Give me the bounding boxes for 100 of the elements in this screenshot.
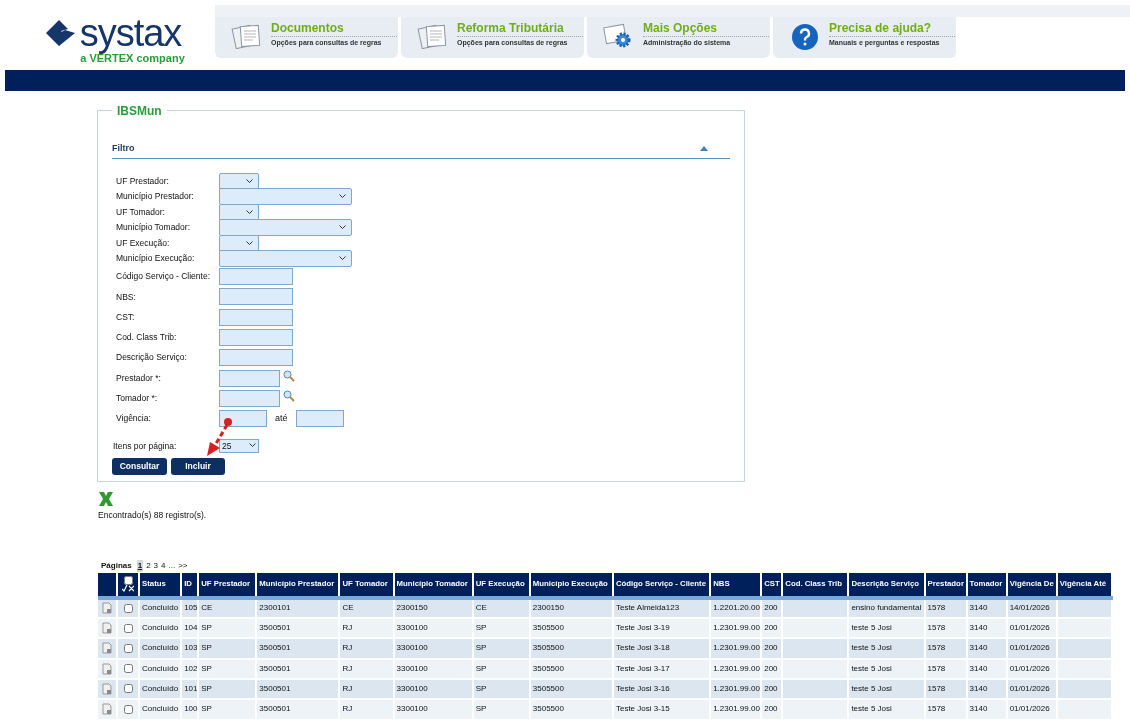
select-field[interactable]	[219, 219, 352, 237]
table-cell: 1.2301.99.00	[713, 684, 760, 694]
input-field[interactable]	[219, 329, 293, 347]
select-field[interactable]: 25	[219, 438, 259, 453]
row-checkbox[interactable]	[123, 643, 133, 653]
table-cell: teste 5 Josi	[851, 643, 892, 653]
table-cell: 3140	[969, 603, 988, 613]
input-field[interactable]	[219, 410, 267, 428]
action-button[interactable]: Incluir	[171, 457, 225, 475]
field-label: UF Prestador:	[116, 174, 170, 188]
document-icon[interactable]	[102, 662, 112, 675]
table-cell: 1578	[927, 684, 946, 694]
action-button[interactable]: Consultar	[112, 457, 167, 475]
spreadsheet-icon[interactable]	[98, 491, 114, 507]
table-cell: SP	[475, 643, 487, 653]
caret-icon	[339, 194, 346, 200]
table-cell: RJ	[342, 704, 353, 714]
document-icon[interactable]	[102, 683, 112, 696]
table-cell: 3500501	[259, 643, 291, 653]
section-title: Filtro	[112, 142, 135, 155]
table-cell: Concluído	[142, 663, 179, 673]
select-field[interactable]	[219, 188, 352, 206]
field-label: Prestador *:	[116, 371, 162, 385]
table-cell: 1578	[927, 663, 946, 673]
page-link[interactable]: 2	[146, 559, 151, 572]
table-cell: CE	[475, 603, 487, 613]
row-checkbox[interactable]	[123, 664, 133, 674]
row-checkbox[interactable]	[123, 684, 133, 694]
table-cell: SP	[201, 623, 212, 633]
field-label: CST:	[116, 310, 136, 324]
table-cell: 102	[184, 663, 198, 673]
input-field[interactable]	[219, 369, 280, 387]
table-cell: SP	[201, 643, 212, 653]
table-cell: 3505500	[532, 623, 564, 633]
select-all-checkbox[interactable]	[123, 576, 133, 586]
document-icon[interactable]	[102, 703, 112, 716]
field-label: UF Tomador:	[116, 205, 166, 219]
table-cell: 3140	[969, 684, 988, 694]
table-cell: RJ	[342, 663, 353, 673]
input-field[interactable]	[219, 308, 293, 326]
table-cell: 1578	[927, 704, 946, 714]
table-cell: teste 5 Josi	[851, 704, 892, 714]
page-link[interactable]: 3	[153, 559, 159, 572]
table-cell: CE	[342, 603, 354, 613]
input-field[interactable]	[219, 268, 293, 286]
table-cell: teste 5 Josi	[851, 623, 892, 633]
table-cell: SP	[201, 704, 212, 714]
field-label: Código Serviço - Cliente:	[116, 270, 211, 283]
nav-title: Documentos	[271, 21, 397, 37]
range-label: até	[274, 411, 289, 425]
table-cell: Teste Josi 3-17	[615, 663, 670, 673]
table-cell: 1578	[927, 603, 946, 613]
documents-icon	[231, 23, 263, 49]
document-icon[interactable]	[102, 622, 112, 635]
document-icon[interactable]	[102, 602, 112, 615]
table-cell: 3300100	[396, 704, 428, 714]
table-cell: 3500501	[259, 623, 291, 633]
table-cell: SP	[475, 704, 487, 714]
table-cell: Teste Josi 3-16	[615, 684, 670, 694]
table-cell: 1.2301.99.00	[713, 663, 760, 673]
field-label: UF Execução:	[116, 236, 171, 250]
page-link[interactable]: 4	[161, 559, 166, 572]
table-cell: SP	[201, 663, 212, 673]
document-icon[interactable]	[102, 642, 112, 655]
field-label: Cod. Class Trib:	[116, 331, 178, 344]
field-label: Itens por página:	[113, 439, 178, 453]
input-field[interactable]	[295, 410, 344, 428]
row-checkbox[interactable]	[123, 704, 133, 714]
nav-title: Reforma Tributária	[457, 21, 583, 37]
input-field[interactable]	[219, 349, 293, 367]
search-icon[interactable]	[283, 389, 295, 402]
table-cell: Concluído	[142, 623, 179, 633]
page-link[interactable]: >>	[178, 559, 188, 572]
table-cell: SP	[475, 663, 487, 673]
table-cell: 1.2301.99.00	[713, 643, 760, 653]
page-link[interactable]: 1	[136, 559, 144, 572]
table-cell: Concluído	[142, 684, 179, 694]
search-icon[interactable]	[283, 369, 295, 382]
table-cell: 3300100	[396, 643, 428, 653]
table-cell: 3500501	[259, 663, 291, 673]
table-cell: 200	[764, 684, 778, 694]
row-checkbox[interactable]	[123, 603, 133, 613]
table-cell: Concluído	[142, 704, 179, 714]
table-cell: 3140	[969, 663, 988, 673]
table-cell: 14/01/2026	[1009, 603, 1050, 613]
table-cell: 3505500	[532, 704, 564, 714]
table-cell: 3300100	[396, 623, 428, 633]
input-field[interactable]	[219, 288, 293, 306]
table-cell: 3140	[969, 643, 988, 653]
input-field[interactable]	[219, 389, 280, 407]
table-cell: 1.2301.99.00	[713, 623, 760, 633]
table-cell: 3500501	[259, 704, 291, 714]
field-label: Vigência:	[116, 412, 152, 426]
table-cell: Concluído	[142, 643, 179, 653]
nav-title: Mais Opções	[643, 21, 769, 37]
collapse-icon[interactable]	[700, 146, 708, 152]
row-checkbox[interactable]	[123, 623, 133, 633]
select-field[interactable]	[219, 250, 352, 268]
page-link[interactable]: ...	[168, 559, 176, 572]
table-cell: 3140	[969, 704, 988, 714]
